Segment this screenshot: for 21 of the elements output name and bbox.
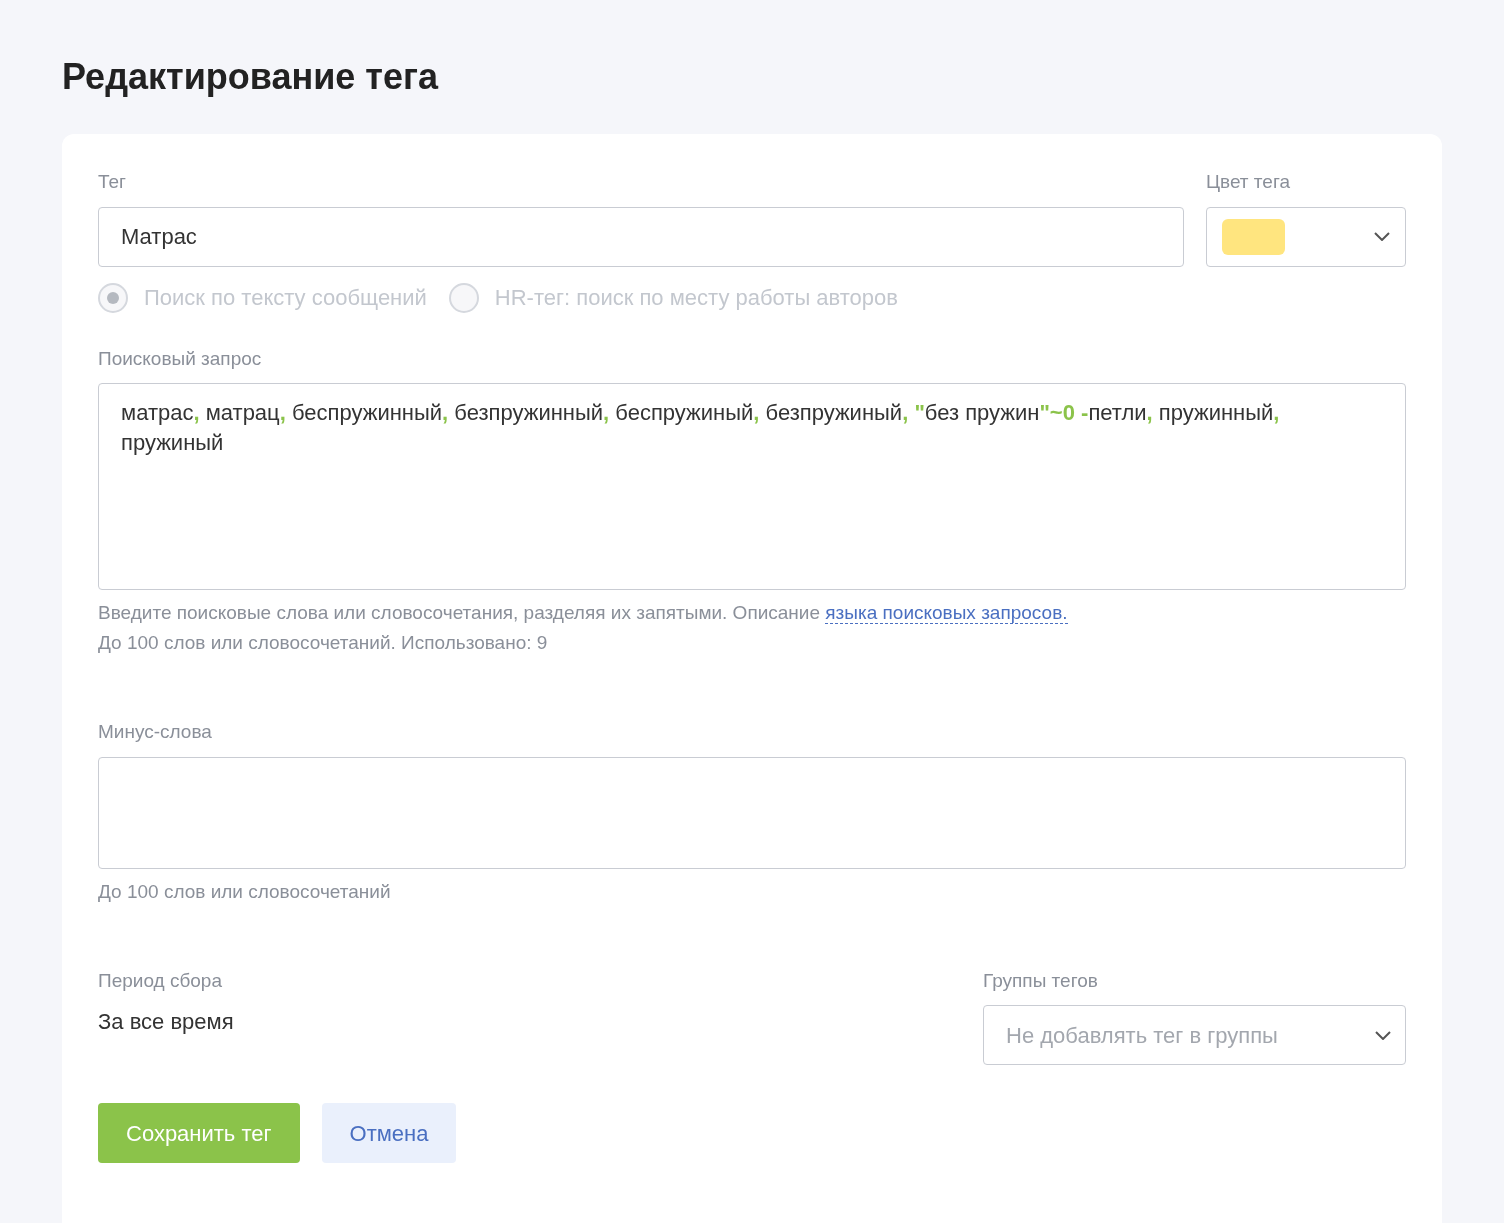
- color-select[interactable]: [1206, 206, 1406, 267]
- field-label: Минус-слова: [98, 720, 213, 744]
- page-title: Редактирование тега: [62, 55, 440, 99]
- tag-input[interactable]: Матрас: [98, 206, 1184, 267]
- cancel-button[interactable]: Отмена: [321, 1103, 457, 1163]
- query-hint: Введите поисковые слова или словосочетания, разделяя их запятыми. Описание языка поисковых запросов.: [98, 601, 1069, 626]
- field-label: Цвет тега: [1206, 170, 1291, 194]
- minus-words-textarea[interactable]: [98, 756, 1406, 869]
- query-counter: До 100 слов или словосочетаний. Использовано: 9: [98, 631, 549, 655]
- period-value: За все время: [98, 1008, 235, 1036]
- chevron-icon: [1374, 232, 1390, 241]
- minus-words-hint: До 100 слов или словосочетаний: [98, 879, 392, 904]
- field-label: Период сбора: [98, 968, 223, 993]
- query-textarea[interactable]: матрас, матрац, беспружинный, безпружинный, беспружиный, безпружиный, "без пружин"~0 -петли, пружинный, пружиный: [98, 383, 1406, 590]
- radio-label: HR-тег: поиск по месту работы авторов: [494, 284, 898, 312]
- field-label: Группы тегов: [983, 968, 1099, 993]
- query-language-link[interactable]: языка поисковых запросов.: [825, 602, 1068, 624]
- chevron-icon: [1375, 1030, 1391, 1040]
- field-label: Поисковый запрос: [98, 346, 263, 371]
- field-label: Тег: [98, 170, 128, 194]
- radio-label: Поиск по тексту сообщений: [144, 284, 427, 312]
